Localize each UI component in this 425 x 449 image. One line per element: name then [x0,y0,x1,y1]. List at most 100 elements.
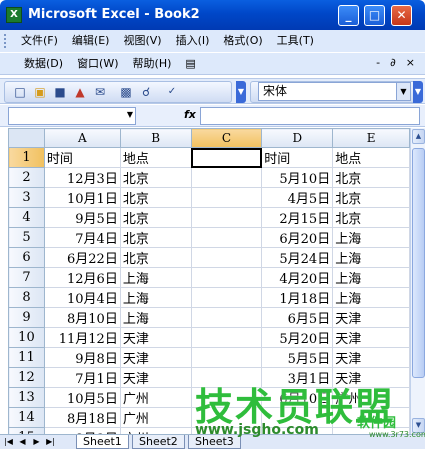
cell-a3[interactable]: 10月1日 [43,187,121,208]
cell-e14[interactable] [332,407,410,428]
grip-handle[interactable] [4,34,8,48]
cell-c1[interactable] [190,147,263,168]
spelling-icon[interactable]: ✓ [163,83,181,101]
cell-c12[interactable] [190,367,263,388]
workbook-minimize-button[interactable]: - [376,56,380,69]
cell-d9[interactable]: 6月5日 [261,307,334,328]
row-header[interactable]: 13 [8,387,45,408]
cell-b7[interactable]: 上海 [119,267,192,288]
cell-a10[interactable]: 11月12日 [43,327,121,348]
cell-b4[interactable]: 北京 [119,207,192,228]
new-file-icon[interactable]: □ [11,83,29,101]
workbook-close-button[interactable]: × [406,56,415,69]
toolbar-options-icon[interactable]: ▼ [236,81,246,103]
insert-function-icon[interactable]: fx [184,108,196,121]
workbook-restore-button[interactable]: ∂ [390,56,396,69]
cell-e6[interactable]: 上海 [332,247,410,268]
cell-e4[interactable]: 北京 [332,207,410,228]
cell-c11[interactable] [190,347,263,368]
cell-b6[interactable]: 北京 [119,247,192,268]
cell-a13[interactable]: 10月5日 [43,387,121,408]
cell-d2[interactable]: 5月10日 [261,167,334,188]
cell-d14[interactable] [261,407,334,428]
menu-data[interactable]: 数据(D) [0,54,70,74]
cell-c10[interactable] [190,327,263,348]
tab-sheet2[interactable]: Sheet2 [132,435,185,449]
cell-d12[interactable]: 3月1日 [261,367,334,388]
cell-b13[interactable]: 广州 [119,387,192,408]
cell-e12[interactable]: 天津 [332,367,410,388]
cell-d1[interactable]: 时间 [261,147,334,168]
cell-c7[interactable] [190,267,263,288]
excel-app-icon[interactable]: X [6,7,22,23]
name-box-dropdown-icon[interactable]: ▼ [127,110,133,119]
row-header[interactable]: 2 [8,167,45,188]
column-header-b[interactable]: B [119,128,192,148]
cell-c9[interactable] [190,307,263,328]
menu-file[interactable]: 文件(F) [14,31,65,51]
column-header-d[interactable]: D [261,128,334,148]
cell-a1[interactable]: 时间 [43,147,121,168]
font-name-select[interactable]: 宋体 ▼ [258,82,411,101]
row-header[interactable]: 14 [8,407,45,428]
row-header[interactable]: 8 [8,287,45,308]
cell-d8[interactable]: 1月18日 [261,287,334,308]
cell-d10[interactable]: 5月20日 [261,327,334,348]
email-icon[interactable]: ✉ [91,83,109,101]
cell-c6[interactable] [190,247,263,268]
cell-e8[interactable]: 上海 [332,287,410,308]
cell-d11[interactable]: 5月5日 [261,347,334,368]
cell-d7[interactable]: 4月20日 [261,267,334,288]
cell-c14[interactable] [190,407,263,428]
cell-a5[interactable]: 7月4日 [43,227,121,248]
cell-a14[interactable]: 8月18日 [43,407,121,428]
prev-sheet-icon[interactable]: ◀ [18,436,27,448]
cell-b5[interactable]: 北京 [119,227,192,248]
next-sheet-icon[interactable]: ▶ [32,436,41,448]
cell-e2[interactable]: 北京 [332,167,410,188]
cell-d5[interactable]: 6月20日 [261,227,334,248]
cell-b1[interactable]: 地点 [119,147,192,168]
row-header[interactable]: 1 [8,147,45,168]
print-icon[interactable]: ▩ [117,83,135,101]
cell-a2[interactable]: 12月3日 [43,167,121,188]
open-folder-icon[interactable]: ▣ [31,83,49,101]
tab-sheet1[interactable]: Sheet1 [76,435,129,449]
cell-a12[interactable]: 7月1日 [43,367,121,388]
menu-tools[interactable]: 工具(T) [270,31,321,51]
cell-c13[interactable] [190,387,263,408]
cell-b10[interactable]: 天津 [119,327,192,348]
cell-b14[interactable]: 广州 [119,407,192,428]
chevron-down-icon[interactable]: ▼ [396,83,410,100]
permission-icon[interactable]: ▲ [71,83,89,101]
cell-c4[interactable] [190,207,263,228]
last-sheet-icon[interactable]: ▶| [46,436,55,448]
cell-b8[interactable]: 上海 [119,287,192,308]
cell-d13[interactable]: 6月10日 [261,387,334,408]
tab-sheet3[interactable]: Sheet3 [188,435,241,449]
cell-b2[interactable]: 北京 [119,167,192,188]
print-preview-icon[interactable]: ☌ [137,83,155,101]
first-sheet-icon[interactable]: |◀ [4,436,13,448]
cell-b12[interactable]: 天津 [119,367,192,388]
minimize-button[interactable]: _ [338,5,359,26]
menu-insert[interactable]: 插入(I) [169,31,217,51]
cell-a8[interactable]: 10月4日 [43,287,121,308]
cell-e7[interactable]: 上海 [332,267,410,288]
cell-c5[interactable] [190,227,263,248]
column-header-a[interactable]: A [43,128,121,148]
row-header[interactable]: 12 [8,367,45,388]
close-button[interactable]: ✕ [391,5,412,26]
menu-help[interactable]: 帮助(H) [126,54,179,74]
menu-edit[interactable]: 编辑(E) [65,31,117,51]
cell-d3[interactable]: 4月5日 [261,187,334,208]
scroll-thumb[interactable] [412,148,425,378]
cell-b3[interactable]: 北京 [119,187,192,208]
row-header[interactable]: 11 [8,347,45,368]
select-all-corner[interactable] [8,128,45,148]
formula-input[interactable] [200,107,420,125]
cell-b11[interactable]: 天津 [119,347,192,368]
cell-a11[interactable]: 9月8日 [43,347,121,368]
row-header[interactable]: 7 [8,267,45,288]
row-header[interactable]: 6 [8,247,45,268]
